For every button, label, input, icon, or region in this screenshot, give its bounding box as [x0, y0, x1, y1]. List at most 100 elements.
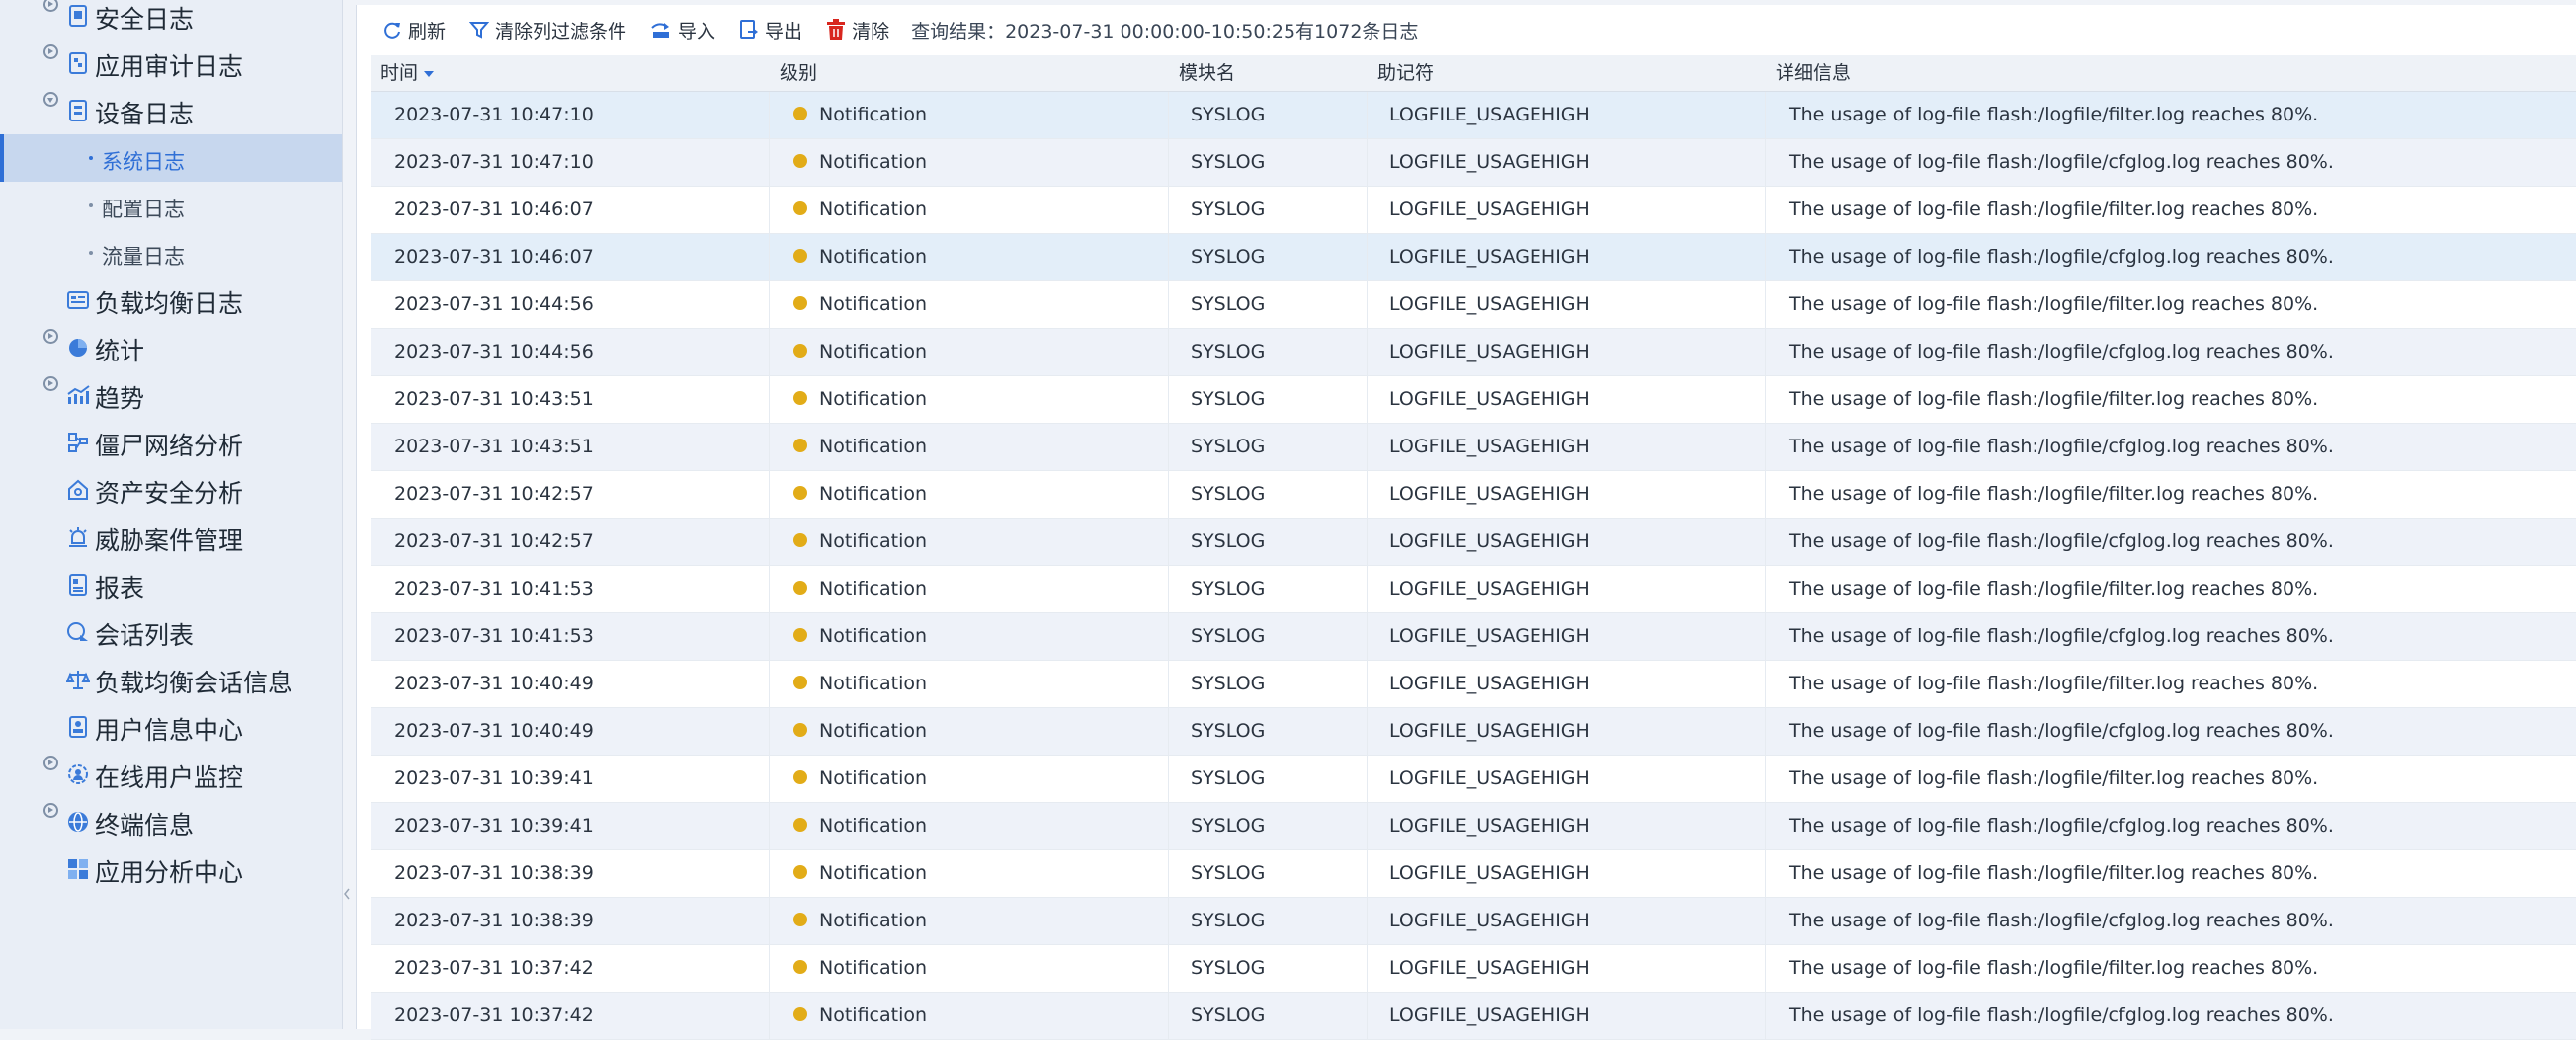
sidebar-item-security-log[interactable]: 安全日志 [0, 0, 342, 40]
column-header-module[interactable]: 模块名 [1169, 55, 1368, 91]
sidebar-item-online-user-monitor[interactable]: 在线用户监控 [0, 751, 342, 798]
table-row[interactable]: 2023-07-31 10:40:49 Notification SYSLOG LOG… [371, 708, 2576, 756]
level-cell-text: Notification [819, 625, 928, 647]
sort-desc-icon[interactable] [424, 70, 435, 77]
mnemonic-cell: LOGFILE_USAGEHIGH [1368, 803, 1766, 849]
detail-cell-text: The usage of log-file flash:/logfile/fil… [1789, 483, 2319, 505]
sidebar-item-label: 资产安全分析 [95, 479, 244, 508]
table-row[interactable]: 2023-07-31 10:38:39 Notification SYSLOG LOG… [371, 850, 2576, 898]
time-cell: 2023-07-31 10:47:10 [371, 92, 770, 138]
table-row[interactable]: 2023-07-31 10:46:07 Notification SYSLOG LOG… [371, 187, 2576, 234]
module-cell-text: SYSLOG [1191, 388, 1266, 410]
expand-icon[interactable] [43, 44, 58, 59]
detail-cell-text: The usage of log-file flash:/logfile/cfg… [1789, 720, 2334, 742]
column-header-label: 时间 [380, 62, 419, 84]
table-row[interactable]: 2023-07-31 10:47:10 Notification SYSLOG LOG… [371, 92, 2576, 139]
expand-icon[interactable] [43, 756, 58, 770]
sidebar-item-botnet-analysis[interactable]: 僵尸网络分析 [0, 419, 342, 466]
trend-chart-icon [66, 383, 90, 407]
column-header-time[interactable]: 时间 [371, 55, 770, 91]
app-grid-icon [66, 857, 90, 881]
table-row[interactable]: 2023-07-31 10:38:39 Notification SYSLOG LOG… [371, 898, 2576, 945]
detail-cell: The usage of log-file flash:/logfile/fil… [1766, 945, 2576, 992]
sidebar-item-report[interactable]: 报表 [0, 561, 342, 608]
module-cell-text: SYSLOG [1191, 910, 1266, 931]
sidebar-subitem-config-log[interactable]: 配置日志 [0, 182, 342, 229]
alarm-icon [66, 525, 90, 549]
expand-icon[interactable] [43, 0, 58, 12]
column-header-label: 级别 [780, 62, 818, 84]
table-row[interactable]: 2023-07-31 10:41:53 Notification SYSLOG LOG… [371, 613, 2576, 661]
clear-button[interactable]: 清除 [818, 13, 897, 46]
refresh-button[interactable]: 刷新 [374, 13, 454, 46]
sidebar-item-session-list[interactable]: 会话列表 [0, 608, 342, 656]
sidebar-collapse-handle[interactable] [342, 869, 352, 919]
column-header-mnemonic[interactable]: 助记符 [1368, 55, 1766, 91]
time-cell: 2023-07-31 10:43:51 [371, 424, 770, 470]
sidebar-item-app-analysis-center[interactable]: 应用分析中心 [0, 845, 342, 893]
import-button[interactable]: 导入 [642, 13, 723, 46]
table-row[interactable]: 2023-07-31 10:41:53 Notification SYSLOG LOG… [371, 566, 2576, 613]
level-cell: Notification [770, 92, 1169, 138]
level-cell: Notification [770, 708, 1169, 755]
table-row[interactable]: 2023-07-31 10:40:49 Notification SYSLOG LOG… [371, 661, 2576, 708]
collapse-icon[interactable] [43, 92, 58, 107]
time-cell: 2023-07-31 10:47:10 [371, 139, 770, 186]
module-cell-text: SYSLOG [1191, 199, 1266, 220]
clear-column-filter-button[interactable]: 清除列过滤条件 [461, 13, 634, 46]
time-cell-text: 2023-07-31 10:47:10 [394, 104, 594, 125]
module-cell-text: SYSLOG [1191, 483, 1266, 505]
sidebar-subitem-system-log[interactable]: 系统日志 [0, 134, 342, 182]
sidebar-item-terminal-info[interactable]: 终端信息 [0, 798, 342, 845]
sidebar-item-lb-log[interactable]: 负载均衡日志 [0, 277, 342, 324]
sidebar-item-trend[interactable]: 趋势 [0, 371, 342, 419]
sidebar-subitem-label: 系统日志 [102, 150, 185, 174]
table-row[interactable]: 2023-07-31 10:39:41 Notification SYSLOG LOG… [371, 756, 2576, 803]
sidebar-item-asset-security[interactable]: 资产安全分析 [0, 466, 342, 514]
sidebar-item-threat-case[interactable]: 威胁案件管理 [0, 514, 342, 561]
sidebar-item-statistics[interactable]: 统计 [0, 324, 342, 371]
table-row[interactable]: 2023-07-31 10:37:42 Notification SYSLOG LOG… [371, 945, 2576, 993]
table-row[interactable]: 2023-07-31 10:46:07 Notification SYSLOG LOG… [371, 234, 2576, 281]
table-row[interactable]: 2023-07-31 10:42:57 Notification SYSLOG LOG… [371, 471, 2576, 519]
level-cell-text: Notification [819, 862, 928, 884]
expand-icon[interactable] [43, 329, 58, 344]
export-button[interactable]: 导出 [731, 13, 810, 46]
time-cell-text: 2023-07-31 10:40:49 [394, 673, 594, 694]
mnemonic-cell-text: LOGFILE_USAGEHIGH [1389, 815, 1590, 837]
notification-level-icon [793, 439, 807, 452]
column-header-detail[interactable]: 详细信息 [1766, 55, 2576, 91]
mnemonic-cell: LOGFILE_USAGEHIGH [1368, 329, 1766, 375]
column-header-level[interactable]: 级别 [770, 55, 1169, 91]
mnemonic-cell-text: LOGFILE_USAGEHIGH [1389, 483, 1590, 505]
module-cell: SYSLOG [1169, 566, 1368, 612]
time-cell: 2023-07-31 10:37:42 [371, 993, 770, 1039]
mnemonic-cell: LOGFILE_USAGEHIGH [1368, 471, 1766, 518]
table-row[interactable]: 2023-07-31 10:39:41 Notification SYSLOG LOG… [371, 803, 2576, 850]
module-cell-text: SYSLOG [1191, 957, 1266, 979]
expand-icon[interactable] [43, 376, 58, 391]
table-row[interactable]: 2023-07-31 10:42:57 Notification SYSLOG LOG… [371, 519, 2576, 566]
sidebar-item-app-audit-log[interactable]: 应用审计日志 [0, 40, 342, 87]
table-row[interactable]: 2023-07-31 10:37:42 Notification SYSLOG LOG… [371, 993, 2576, 1040]
sidebar-item-lb-session[interactable]: 负载均衡会话信息 [0, 656, 342, 703]
sidebar-item-label: 应用分析中心 [95, 858, 244, 887]
expand-icon[interactable] [43, 803, 58, 818]
sidebar-subitem-traffic-log[interactable]: 流量日志 [0, 229, 342, 277]
table-row[interactable]: 2023-07-31 10:43:51 Notification SYSLOG LOG… [371, 424, 2576, 471]
sidebar-item-device-log[interactable]: 设备日志 [0, 87, 342, 134]
time-cell-text: 2023-07-31 10:43:51 [394, 388, 594, 410]
table-row[interactable]: 2023-07-31 10:44:56 Notification SYSLOG LOG… [371, 329, 2576, 376]
sidebar-item-label: 应用审计日志 [95, 52, 244, 81]
table-row[interactable]: 2023-07-31 10:43:51 Notification SYSLOG LOG… [371, 376, 2576, 424]
table-row[interactable]: 2023-07-31 10:47:10 Notification SYSLOG LOG… [371, 139, 2576, 187]
mnemonic-cell: LOGFILE_USAGEHIGH [1368, 424, 1766, 470]
mnemonic-cell-text: LOGFILE_USAGEHIGH [1389, 151, 1590, 173]
module-cell-text: SYSLOG [1191, 625, 1266, 647]
detail-cell: The usage of log-file flash:/logfile/fil… [1766, 281, 2576, 328]
sidebar-item-user-info-center[interactable]: 用户信息中心 [0, 703, 342, 751]
level-cell-text: Notification [819, 246, 928, 268]
table-row[interactable]: 2023-07-31 10:44:56 Notification SYSLOG LOG… [371, 281, 2576, 329]
module-cell-text: SYSLOG [1191, 815, 1266, 837]
refresh-icon [384, 22, 400, 39]
